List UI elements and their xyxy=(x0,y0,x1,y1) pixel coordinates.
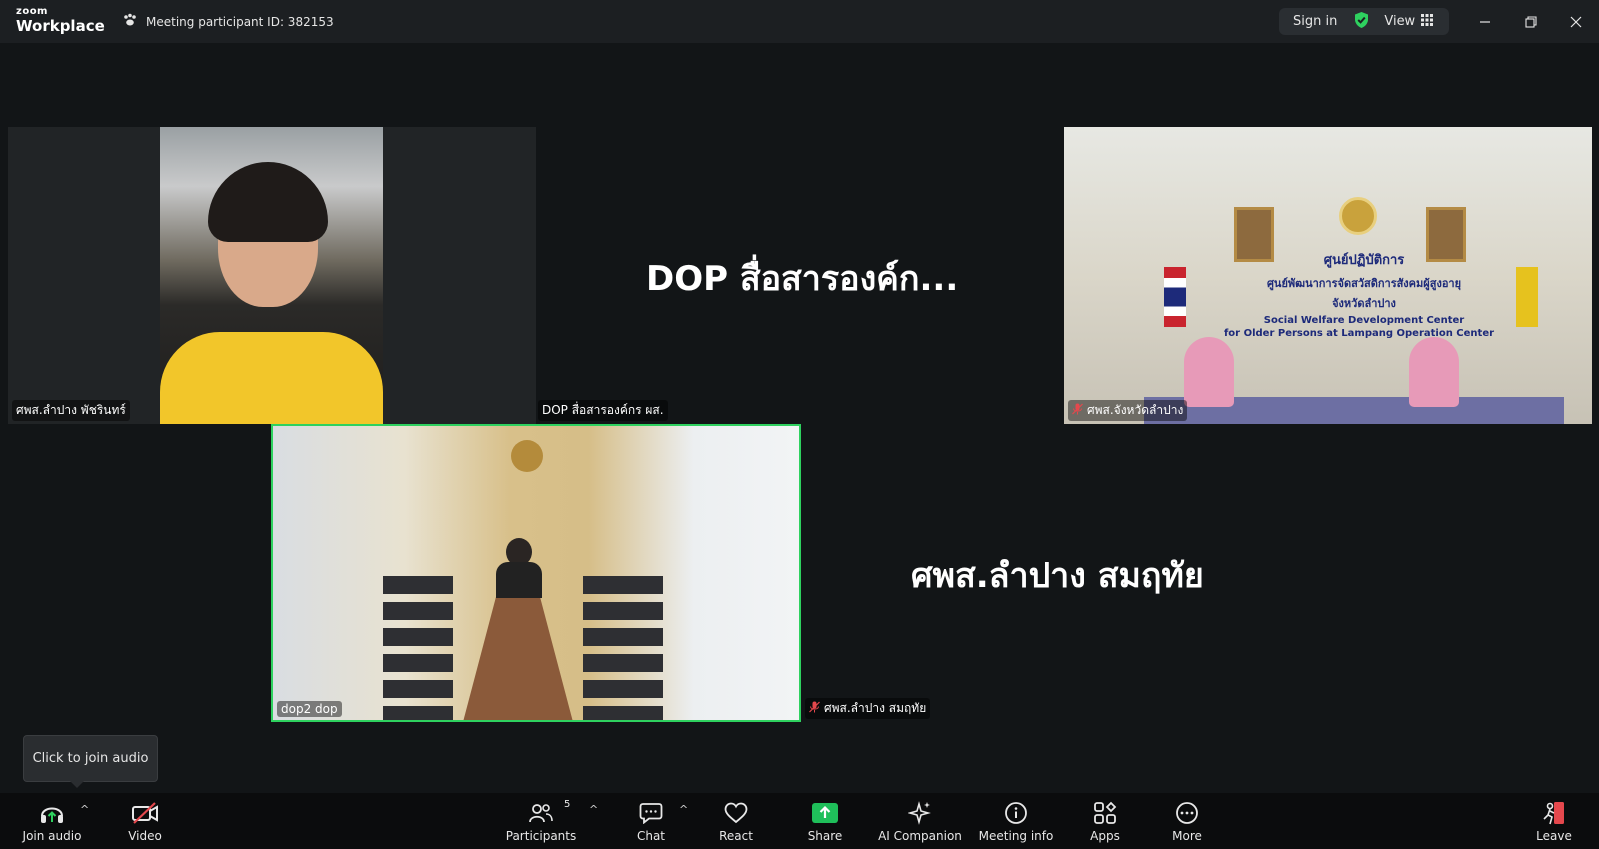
leave-icon xyxy=(1541,799,1567,827)
chat-button[interactable]: Chat xyxy=(634,799,668,843)
video-label: Video xyxy=(128,829,162,843)
restore-icon xyxy=(1525,16,1537,28)
share-screen-icon xyxy=(812,799,838,827)
video-tile-2[interactable]: DOP สื่อสารองค์ก... DOP สื่อสารองค์กร ผส… xyxy=(536,127,1064,424)
tile-5-bigname: ศพส.ลำปาง สมฤทัย xyxy=(911,556,1204,596)
react-label: React xyxy=(719,829,753,843)
tooltip-text: Click to join audio xyxy=(32,751,149,766)
restore-button[interactable] xyxy=(1517,8,1545,36)
participants-icon: 5 xyxy=(528,799,570,827)
headphone-icon xyxy=(39,799,65,827)
tile-1-name: ศพส.ลำปาง พัชรินทร์ xyxy=(12,400,130,421)
chat-icon xyxy=(639,799,663,827)
minimize-button[interactable] xyxy=(1471,8,1499,36)
tile-3-name: ศพส.จังหวัดลำปาง xyxy=(1068,400,1188,421)
participant-video-1 xyxy=(160,127,383,424)
video-tile-3[interactable]: ศูนย์ปฏิบัติการ ศูนย์พัฒนาการจัดสวัสดิกา… xyxy=(1064,127,1592,424)
video-tile-1[interactable]: ศพส.ลำปาง พัชรินทร์ xyxy=(8,127,536,424)
meeting-info-button[interactable]: Meeting info xyxy=(978,799,1054,843)
apps-label: Apps xyxy=(1090,829,1120,843)
participants-button[interactable]: 5 Participants xyxy=(506,799,577,843)
share-label: Share xyxy=(807,829,843,843)
sign-line-2: ศูนย์พัฒนาการจัดสวัสดิการสังคมผู้สูงอายุ xyxy=(1266,277,1462,290)
paw-icon xyxy=(122,12,138,31)
chat-chevron-up-icon[interactable]: ^ xyxy=(679,803,688,816)
join-audio-tooltip: Click to join audio xyxy=(23,735,158,788)
participants-chevron-up-icon[interactable]: ^ xyxy=(589,803,598,816)
view-label: View xyxy=(1384,14,1416,29)
mic-muted-icon xyxy=(1072,403,1083,418)
room-emblem xyxy=(511,440,543,472)
chairs-left xyxy=(383,576,453,720)
tile-5-name-text: ศพส.ลำปาง สมฤทัย xyxy=(824,701,927,715)
join-audio-label: Join audio xyxy=(22,829,82,843)
tile-3-name-text: ศพส.จังหวัดลำปาง xyxy=(1087,403,1184,417)
more-label: More xyxy=(1172,829,1202,843)
ai-companion-label: AI Companion xyxy=(878,829,962,843)
video-tile-4[interactable]: dop2 dop xyxy=(271,424,801,722)
participants-count: 5 xyxy=(564,799,571,810)
chairs-right xyxy=(583,576,663,720)
apps-icon xyxy=(1093,799,1117,827)
close-button[interactable] xyxy=(1562,8,1590,36)
view-button[interactable]: View xyxy=(1384,13,1434,30)
leave-button[interactable]: Leave xyxy=(1536,799,1572,843)
minimize-icon xyxy=(1480,21,1490,23)
shield-check-icon[interactable] xyxy=(1353,11,1370,33)
person-right xyxy=(1409,337,1459,407)
sign-line-5: for Older Persons at Lampang Operation C… xyxy=(1223,328,1495,339)
tile-5-name: ศพส.ลำปาง สมฤทัย xyxy=(805,698,931,719)
brand-small: zoom xyxy=(16,6,48,17)
person-shirt xyxy=(160,332,383,424)
mic-muted-icon xyxy=(809,701,820,716)
flag-thai xyxy=(1164,267,1186,327)
apps-button[interactable]: Apps xyxy=(1090,799,1120,843)
tile-2-name-text: DOP สื่อสารองค์กร ผส. xyxy=(542,403,664,417)
sign-line-3: จังหวัดลำปาง xyxy=(1332,297,1396,310)
video-off-icon xyxy=(131,799,159,827)
audio-options-chevron-up-icon[interactable]: ^ xyxy=(80,803,89,816)
person-hair xyxy=(208,162,328,242)
leave-label: Leave xyxy=(1536,829,1572,843)
more-icon xyxy=(1175,799,1199,827)
share-button[interactable]: Share xyxy=(808,799,842,843)
sign-line-4: Social Welfare Development Center xyxy=(1263,315,1465,326)
signin-view-pill: Sign in View xyxy=(1279,8,1449,35)
person-left xyxy=(1184,337,1234,407)
participants-label: Participants xyxy=(505,829,577,843)
flag-yellow xyxy=(1516,267,1538,327)
meeting-toolbar: Join audio ^ Video 5 Participants ^ Chat… xyxy=(0,793,1599,849)
portrait-left xyxy=(1234,207,1274,262)
tile-4-name: dop2 dop xyxy=(277,701,342,717)
meeting-id-area[interactable]: Meeting participant ID: 382153 xyxy=(122,12,334,31)
join-audio-button[interactable]: Join audio xyxy=(22,799,82,843)
info-icon xyxy=(1004,799,1028,827)
sparkle-icon xyxy=(908,799,932,827)
brand-big: Workplace xyxy=(16,17,105,35)
meeting-id-text: Meeting participant ID: 382153 xyxy=(146,14,334,29)
react-button[interactable]: React xyxy=(718,799,754,843)
tile-4-name-text: dop2 dop xyxy=(281,702,338,716)
video-button[interactable]: Video xyxy=(125,799,165,843)
close-icon xyxy=(1570,16,1582,28)
grid-icon xyxy=(1421,13,1434,30)
ai-companion-button[interactable]: AI Companion xyxy=(878,799,962,843)
heart-icon xyxy=(724,799,748,827)
sign-in-button[interactable]: Sign in xyxy=(1293,14,1337,29)
tile-2-bigname: DOP สื่อสารองค์ก... xyxy=(646,259,959,299)
zoom-logo: zoom Workplace xyxy=(16,7,105,34)
meeting-info-label: Meeting info xyxy=(978,829,1054,843)
person-body xyxy=(496,562,542,598)
tile-1-name-text: ศพส.ลำปาง พัชรินทร์ xyxy=(16,403,126,417)
video-tile-5[interactable]: ศพส.ลำปาง สมฤทัย ศพส.ลำปาง สมฤทัย xyxy=(801,424,1331,722)
more-button[interactable]: More xyxy=(1171,799,1203,843)
title-bar: zoom Workplace Meeting participant ID: 3… xyxy=(0,0,1599,43)
portrait-right xyxy=(1426,207,1466,262)
seal-emblem xyxy=(1339,197,1377,235)
chat-label: Chat xyxy=(636,829,666,843)
tile-2-name: DOP สื่อสารองค์กร ผส. xyxy=(538,400,668,421)
